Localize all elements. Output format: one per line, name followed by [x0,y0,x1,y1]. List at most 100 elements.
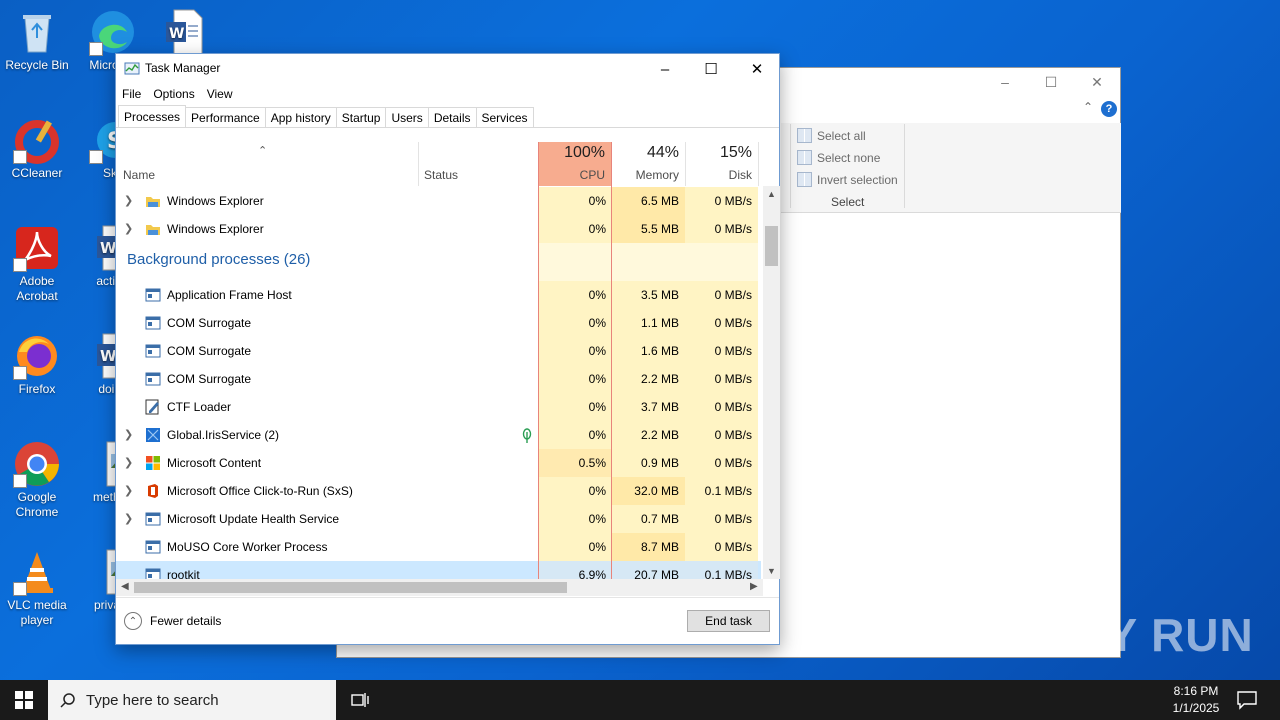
cpu-cell: 0% [539,533,612,561]
close-button[interactable]: ✕ [1074,68,1120,96]
invert-selection-button[interactable]: Invert selection [797,172,898,187]
maximize-button[interactable]: ☐ [688,54,734,84]
menu-options[interactable]: Options [147,84,200,104]
table-row[interactable]: Application Frame Host 0% 3.5 MB 0 MB/s [116,281,761,309]
horizontal-scroll-thumb[interactable] [134,582,567,593]
disk-cell: 0 MB/s [685,505,758,533]
tab-services[interactable]: Services [475,107,534,128]
cpu-cell: 0.5% [539,449,612,477]
table-row[interactable]: COM Surrogate 0% 1.6 MB 0 MB/s [116,337,761,365]
svg-text:W: W [169,26,184,42]
desktop-icon-word-doc[interactable]: W [147,8,221,58]
expand-chevron-icon[interactable]: ❯ [124,428,133,441]
table-row[interactable]: ❯ Global.IrisService (2) 0% 2.2 MB 0 MB/… [116,421,761,449]
memory-cell: 1.6 MB [612,337,685,365]
process-name: Application Frame Host [167,288,292,302]
app-window-icon [145,512,161,526]
desktop-icon-adobe-acrobat[interactable]: Adobe Acrobat [0,224,74,304]
memory-cell: 0.7 MB [612,505,685,533]
expand-chevron-icon[interactable]: ❯ [124,222,133,235]
memory-cell: 3.7 MB [612,393,685,421]
scroll-down-arrow-icon[interactable]: ▼ [767,566,776,576]
table-row[interactable]: ❯ Windows Explorer 0% 5.5 MB 0 MB/s [116,215,761,243]
process-name: Windows Explorer [167,194,264,208]
desktop-icon-label: Google Chrome [15,490,59,519]
expand-chevron-icon[interactable]: ❯ [124,194,133,207]
search-icon [60,693,75,708]
group-header: Background processes (26) [116,243,761,281]
tab-details[interactable]: Details [427,107,477,128]
cpu-cell: 0% [539,187,612,215]
group-title: Background processes (26) [127,251,311,268]
table-row[interactable]: COM Surrogate 0% 2.2 MB 0 MB/s [116,365,761,393]
cpu-column-border [538,142,539,582]
column-header-status[interactable]: Status [418,142,538,186]
taskbar-search-box[interactable]: Type here to search [48,680,336,720]
table-row[interactable]: ❯ Windows Explorer 0% 6.5 MB 0 MB/s [116,187,761,215]
ribbon-divider [790,124,791,208]
select-all-button[interactable]: Select all [797,128,866,143]
scroll-left-arrow-icon[interactable]: ◀ [121,581,129,592]
desktop-icon-recycle-bin[interactable]: Recycle Bin [0,8,74,73]
vertical-scroll-thumb[interactable] [765,226,778,266]
memory-cell [612,243,685,281]
column-header-cpu[interactable]: 100% CPU [539,142,611,186]
menu-file[interactable]: File [116,84,147,104]
menu-view[interactable]: View [201,84,239,104]
process-name: Windows Explorer [167,222,264,236]
table-row[interactable]: CTF Loader 0% 3.7 MB 0 MB/s [116,393,761,421]
end-task-button[interactable]: End task [687,610,770,632]
window-caption-buttons: – ☐ ✕ [982,68,1120,96]
start-button[interactable] [0,680,48,720]
notification-center-icon[interactable] [1236,690,1258,710]
iris-service-icon [146,428,160,442]
vlc-icon [13,548,61,596]
scroll-up-arrow-icon[interactable]: ▲ [767,189,776,199]
expand-chevron-icon[interactable]: ❯ [124,484,133,497]
expand-chevron-icon[interactable]: ❯ [124,512,133,525]
tab-users[interactable]: Users [385,107,429,128]
column-header-name[interactable]: Name [116,142,418,186]
expand-chevron-icon[interactable]: ❯ [124,456,133,469]
tab-startup[interactable]: Startup [335,107,387,128]
table-row[interactable]: ❯ Microsoft Update Health Service 0% 0.7… [116,505,761,533]
collapse-ribbon-icon[interactable]: ⌃ [1083,100,1093,114]
desktop-icon-firefox[interactable]: Firefox [0,332,74,397]
recycle-bin-icon [13,8,61,56]
column-header-disk[interactable]: 15% Disk [685,142,758,186]
select-none-button[interactable]: Select none [797,150,880,165]
shortcut-arrow-icon [89,42,103,56]
task-manager-window[interactable]: Task Manager – ☐ ✕ File Options View Pro… [115,53,780,645]
table-row[interactable]: COM Surrogate 0% 1.1 MB 0 MB/s [116,309,761,337]
tab-performance[interactable]: Performance [185,107,266,128]
desktop-icon-google-chrome[interactable]: Google Chrome [0,440,74,520]
task-view-button[interactable] [346,680,374,720]
desktop-icon-vlc[interactable]: VLC media player [0,548,74,628]
memory-cell: 2.2 MB [612,421,685,449]
shortcut-arrow-icon [13,258,27,272]
shortcut-arrow-icon [89,150,103,164]
desktop-icon-ccleaner[interactable]: CCleaner [0,116,74,181]
vertical-scrollbar[interactable]: ▲ ▼ [763,186,780,579]
table-row[interactable]: MoUSO Core Worker Process 0% 8.7 MB 0 MB… [116,533,761,561]
scroll-right-arrow-icon[interactable]: ▶ [750,581,758,592]
title-bar[interactable]: Task Manager – ☐ ✕ [116,54,779,84]
table-row[interactable]: ❯ Microsoft Office Click-to-Run (SxS) 0%… [116,477,761,505]
tab-processes[interactable]: Processes [118,105,187,127]
cpu-cell: 0% [539,421,612,449]
cpu-cell: 0% [539,337,612,365]
help-icon[interactable]: ? [1101,101,1117,117]
table-row[interactable]: ❯ Microsoft Content 0.5% 0.9 MB 0 MB/s [116,449,761,477]
windows-logo-icon [15,691,33,709]
horizontal-scrollbar[interactable]: ◀ ▶ [116,579,763,596]
minimize-button[interactable]: – [642,54,688,84]
tab-app-history[interactable]: App history [264,107,337,128]
column-header-memory[interactable]: 44% Memory [612,142,685,186]
fewer-details-button[interactable]: ⌃ Fewer details [124,612,221,630]
minimize-button[interactable]: – [982,68,1028,96]
system-clock[interactable]: 8:16 PM 1/1/2025 [1160,683,1232,717]
close-button[interactable]: ✕ [734,54,780,84]
maximize-button[interactable]: ☐ [1028,68,1074,96]
disk-cell: 0 MB/s [685,393,758,421]
cpu-cell: 0% [539,215,612,243]
